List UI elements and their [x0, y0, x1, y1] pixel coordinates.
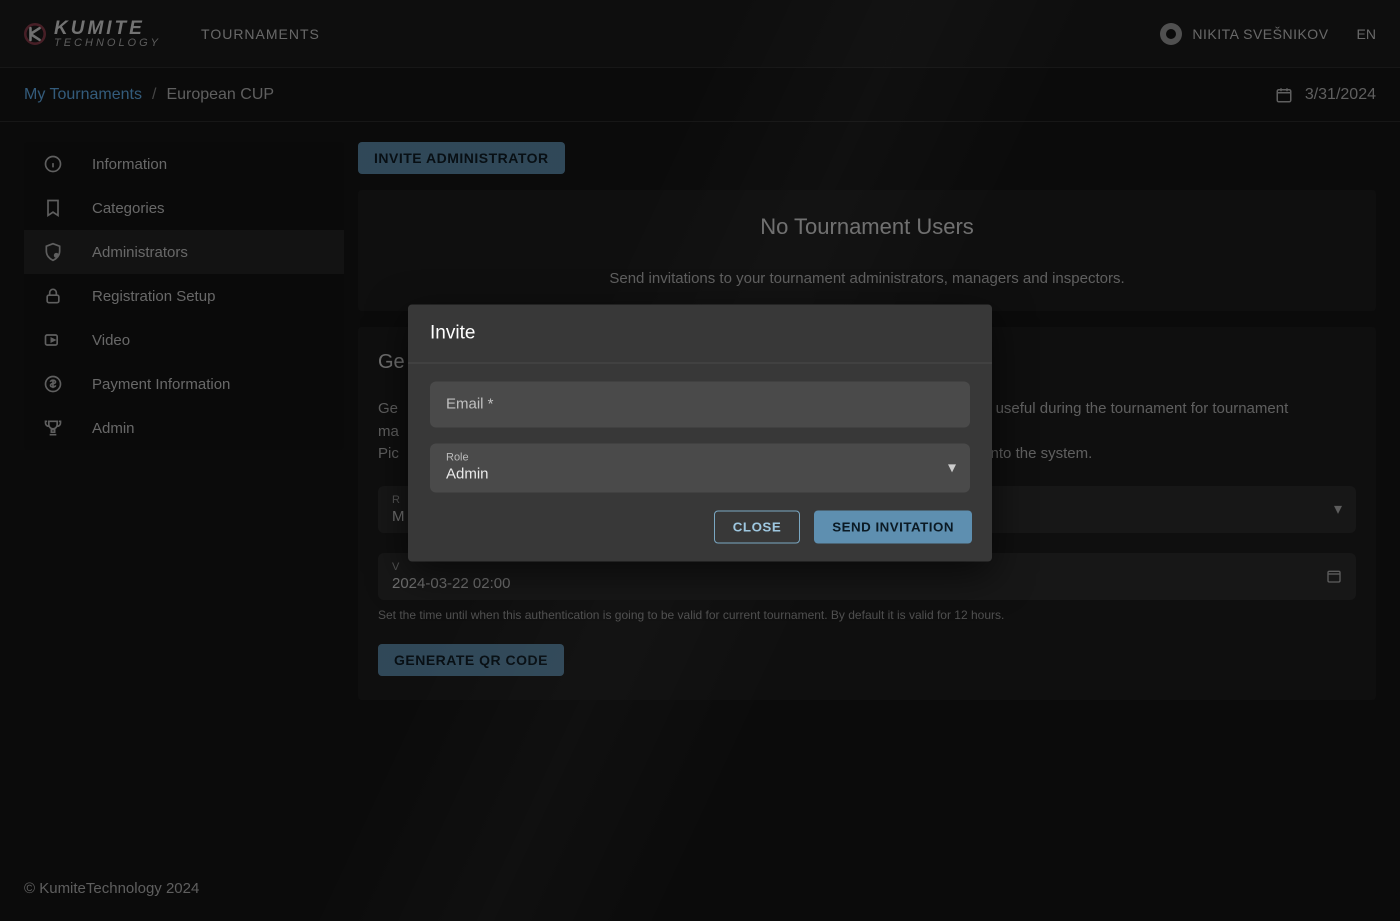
- dialog-actions: CLOSE SEND INVITATION: [408, 498, 992, 561]
- dialog-header: Invite: [408, 304, 992, 363]
- role-label-dialog: Role: [446, 451, 954, 463]
- email-field[interactable]: Email *: [430, 381, 970, 427]
- invite-dialog: Invite Email * Role Admin ▾ CLOSE SEND I…: [408, 304, 992, 561]
- close-button[interactable]: CLOSE: [714, 510, 800, 543]
- send-invitation-button[interactable]: SEND INVITATION: [814, 510, 972, 543]
- dialog-body: Email * Role Admin ▾: [408, 363, 992, 498]
- dialog-title: Invite: [430, 322, 970, 344]
- chevron-down-icon: ▾: [948, 458, 956, 478]
- role-value-dialog: Admin: [446, 465, 954, 482]
- role-select-dialog[interactable]: Role Admin ▾: [430, 443, 970, 492]
